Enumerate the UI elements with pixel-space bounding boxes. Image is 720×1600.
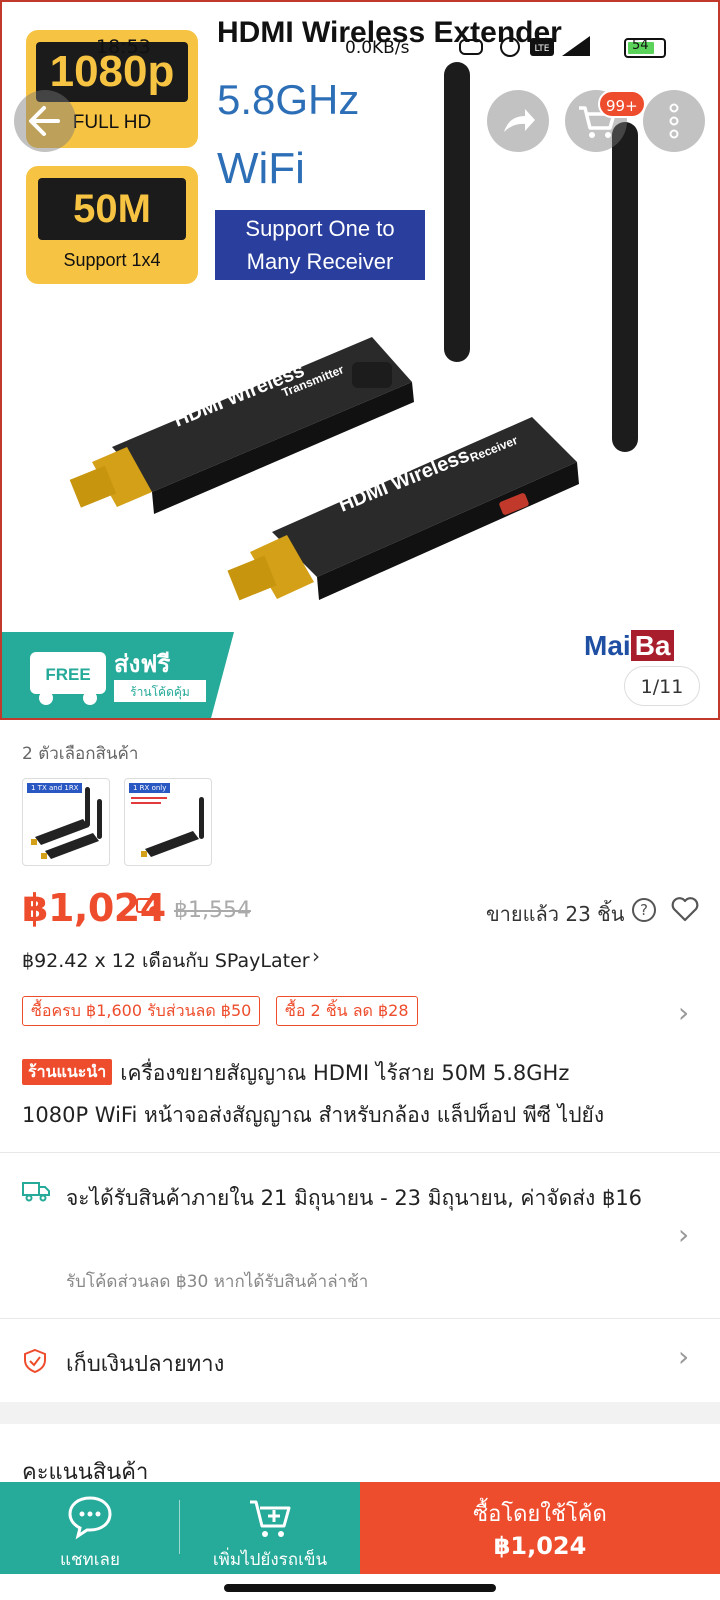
variant-tag-1: 1 TX and 1RX	[27, 783, 83, 793]
promo-voucher-1[interactable]: ซื้อครบ ฿1,600 รับส่วนลด ฿50	[22, 996, 261, 1026]
chevron-right-icon: ›	[312, 944, 320, 968]
chevron-right-icon[interactable]: ›	[678, 996, 689, 1029]
coins-icon	[136, 898, 159, 916]
chevron-right-icon[interactable]: ›	[678, 1340, 689, 1373]
divider	[0, 1318, 720, 1319]
network-type: LTE	[535, 44, 550, 54]
sold-count: ขายแล้ว 23 ชิ้น	[486, 902, 625, 926]
free-ship-text: ส่งฟรี	[114, 650, 170, 678]
more-button[interactable]	[643, 90, 705, 152]
product-title-line-2: 1080P WiFi หน้าจอส่งสัญญาณ สำหรับกล้อง แ…	[22, 1103, 605, 1127]
bottom-action-bar: แชทเลย เพิ่มไปยังรถเข็น ซื้อโดยใช้โค้ด ฿…	[0, 1482, 720, 1574]
image-counter: 1/11	[624, 666, 700, 706]
variant-count: 2 ตัวเลือกสินค้า	[22, 744, 139, 764]
brand-part-1: Mai	[584, 630, 631, 661]
shop-recommended-tag: ร้านแนะนำ	[22, 1059, 113, 1085]
chat-icon	[68, 1496, 112, 1540]
installment-info[interactable]: ฿92.42 x 12 เดือนกับ SPayLater	[22, 946, 310, 976]
brand-logo: Mai Ba	[584, 630, 675, 662]
section-gap	[0, 1402, 720, 1424]
shield-check-icon	[24, 1348, 46, 1374]
delivery-late-voucher: รับโค้ดส่วนลด ฿30 หากได้รับสินค้าล่าช้า	[66, 1272, 369, 1292]
add-to-cart-button[interactable]: เพิ่มไปยังรถเข็น	[180, 1482, 360, 1574]
status-net-speed: 0.0KB/s	[345, 38, 410, 58]
product-title-line-1: เครื่องขยายสัญญาณ HDMI ไร้สาย 50M 5.8GHz	[120, 1061, 570, 1085]
home-indicator[interactable]	[224, 1584, 496, 1592]
status-time: 18:53	[96, 36, 151, 58]
brand-part-2: Ba	[630, 630, 675, 661]
status-icons: LTE	[459, 36, 590, 57]
chat-button-label: แชทเลย	[60, 1550, 120, 1570]
status-bar: 18:53 0.0KB/s LTE 54	[0, 28, 720, 64]
chevron-right-icon[interactable]: ›	[678, 1218, 689, 1251]
promo-voucher-2[interactable]: ซื้อ 2 ชิ้น ลด ฿28	[276, 996, 418, 1026]
help-icon[interactable]: ?	[632, 898, 656, 922]
free-label: FREE	[45, 665, 90, 684]
free-shipping-banner: FREE ส่งฟรี ร้านโค้ดคุ้ม	[2, 632, 234, 718]
add-to-cart-icon	[250, 1500, 291, 1537]
buy-button-price: ฿1,024	[493, 1532, 587, 1560]
truck-icon	[22, 1182, 50, 1202]
variant-tag-2: 1 RX only	[129, 783, 171, 793]
share-button[interactable]	[487, 90, 549, 152]
battery-icon: 54	[624, 38, 666, 58]
original-price: ฿1,554	[174, 898, 251, 923]
product-title: ร้านแนะนำ เครื่องขยายสัญญาณ HDMI ไร้สาย 5…	[22, 1052, 712, 1136]
chat-button[interactable]: แชทเลย	[0, 1482, 180, 1574]
divider	[0, 1152, 720, 1153]
battery-level: 54	[632, 38, 649, 53]
back-button[interactable]	[14, 90, 76, 152]
cash-on-delivery[interactable]: เก็บเงินปลายทาง	[66, 1346, 224, 1381]
variant-thumbnails: 1 TX and 1RX 1 RX only	[22, 778, 212, 866]
share-icon	[504, 109, 535, 132]
arrow-left-icon	[29, 106, 60, 136]
buy-with-code-button[interactable]: ซื้อโดยใช้โค้ด ฿1,024	[360, 1482, 720, 1574]
free-ship-sub: ร้านโค้ดคุ้ม	[130, 685, 190, 700]
heart-icon[interactable]	[670, 894, 700, 924]
more-vertical-icon	[669, 103, 679, 139]
tx-antenna	[444, 62, 470, 362]
buy-button-line-1: ซื้อโดยใช้โค้ด	[473, 1502, 607, 1527]
add-to-cart-label: เพิ่มไปยังรถเข็น	[212, 1550, 328, 1570]
delivery-estimate[interactable]: จะได้รับสินค้าภายใน 21 มิถุนายน - 23 มิถ…	[66, 1176, 666, 1220]
cart-count-badge: 99+	[598, 90, 646, 118]
variant-thumb-2[interactable]: 1 RX only	[124, 778, 212, 866]
rx-antenna	[612, 122, 638, 452]
variant-thumb-1[interactable]: 1 TX and 1RX	[22, 778, 110, 866]
